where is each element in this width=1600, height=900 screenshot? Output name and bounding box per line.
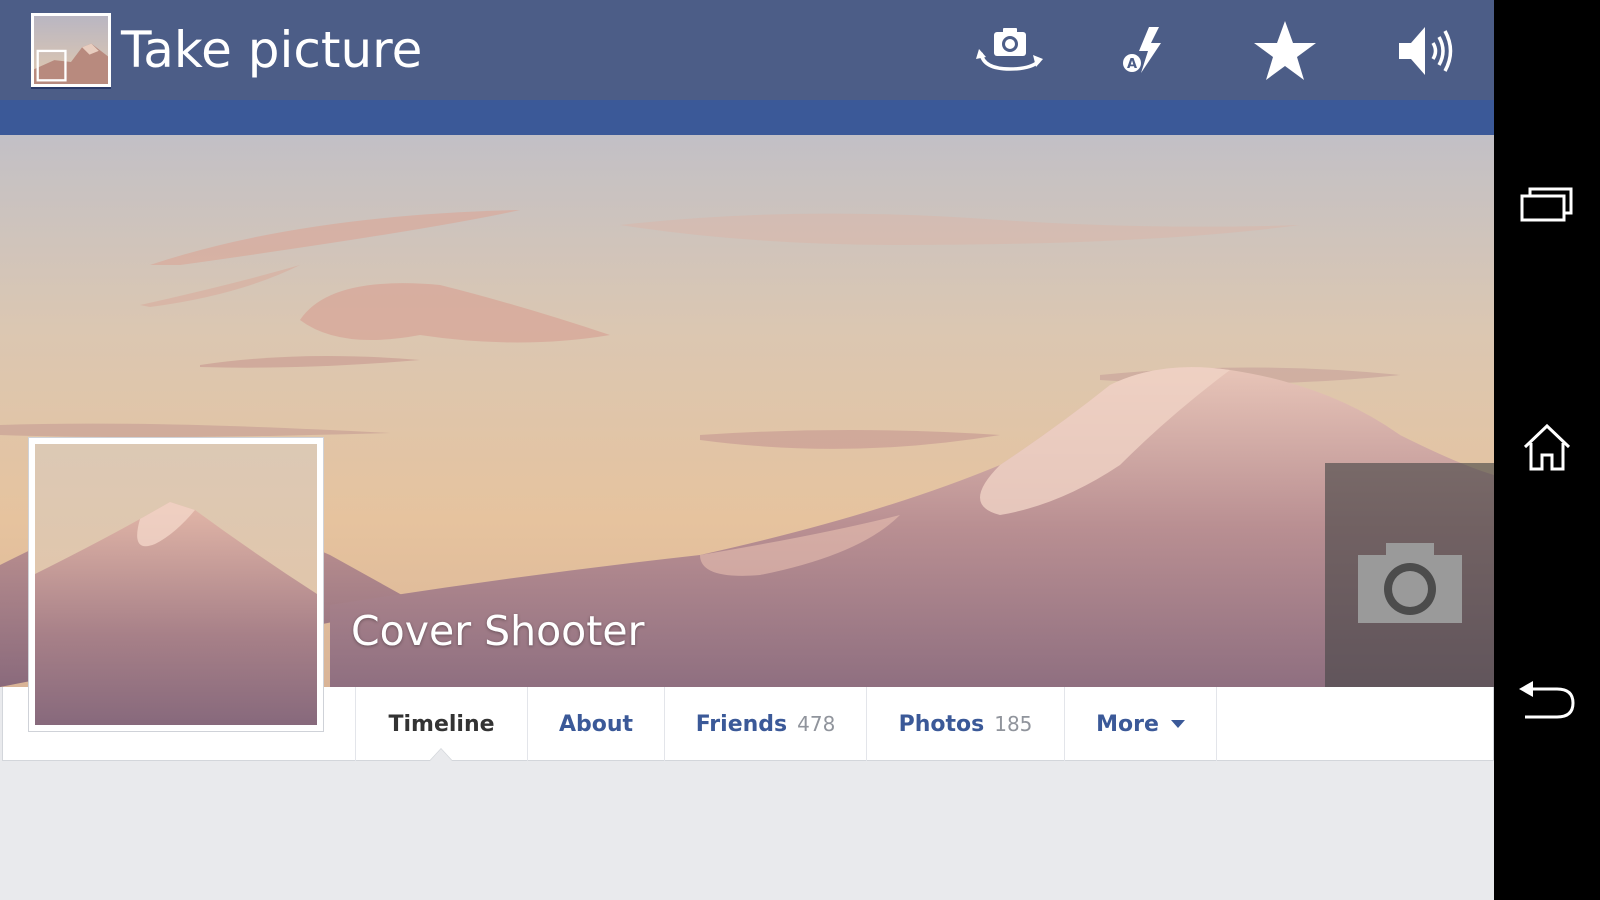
page-header-strip	[0, 100, 1494, 135]
friends-count: 478	[797, 712, 836, 736]
auto-flash-icon: A	[1115, 21, 1175, 81]
flash-mode-button[interactable]: A	[1105, 14, 1185, 88]
profile-picture[interactable]	[28, 437, 324, 732]
recent-apps-icon	[1520, 184, 1574, 228]
volume-icon	[1393, 19, 1457, 83]
tab-label: Timeline	[388, 711, 495, 737]
tab-about[interactable]: About	[527, 687, 664, 761]
tab-label: More	[1096, 711, 1159, 737]
back-icon	[1517, 679, 1577, 729]
home-button[interactable]	[1494, 390, 1600, 510]
app-title: Take picture	[121, 21, 423, 79]
favorite-button[interactable]	[1245, 14, 1325, 88]
active-tab-caret	[430, 749, 452, 761]
tab-photos[interactable]: Photos 185	[866, 687, 1064, 761]
camera-app: Take picture A Cover Shooter Timeline Ab…	[0, 0, 1494, 900]
app-icon[interactable]	[31, 13, 111, 87]
star-icon	[1252, 19, 1318, 83]
switch-camera-icon	[973, 25, 1047, 77]
svg-text:A: A	[1127, 57, 1137, 72]
tab-label: Friends	[695, 711, 788, 737]
photos-count: 185	[994, 712, 1033, 736]
home-icon	[1521, 423, 1573, 477]
chevron-down-icon	[1170, 720, 1185, 728]
tab-more[interactable]: More	[1064, 687, 1217, 761]
switch-camera-button[interactable]	[970, 14, 1050, 88]
profile-name: Cover Shooter	[351, 607, 645, 655]
system-nav-bar	[1494, 0, 1600, 900]
shutter-button[interactable]	[1325, 463, 1494, 687]
camera-icon	[1356, 541, 1464, 629]
tab-friends[interactable]: Friends 478	[664, 687, 866, 761]
volume-button[interactable]	[1385, 14, 1465, 88]
back-button[interactable]	[1494, 644, 1600, 764]
tab-label: Photos	[898, 711, 985, 737]
tab-label: About	[558, 711, 634, 737]
recent-apps-button[interactable]	[1494, 146, 1600, 266]
action-bar: Take picture A	[0, 0, 1494, 100]
